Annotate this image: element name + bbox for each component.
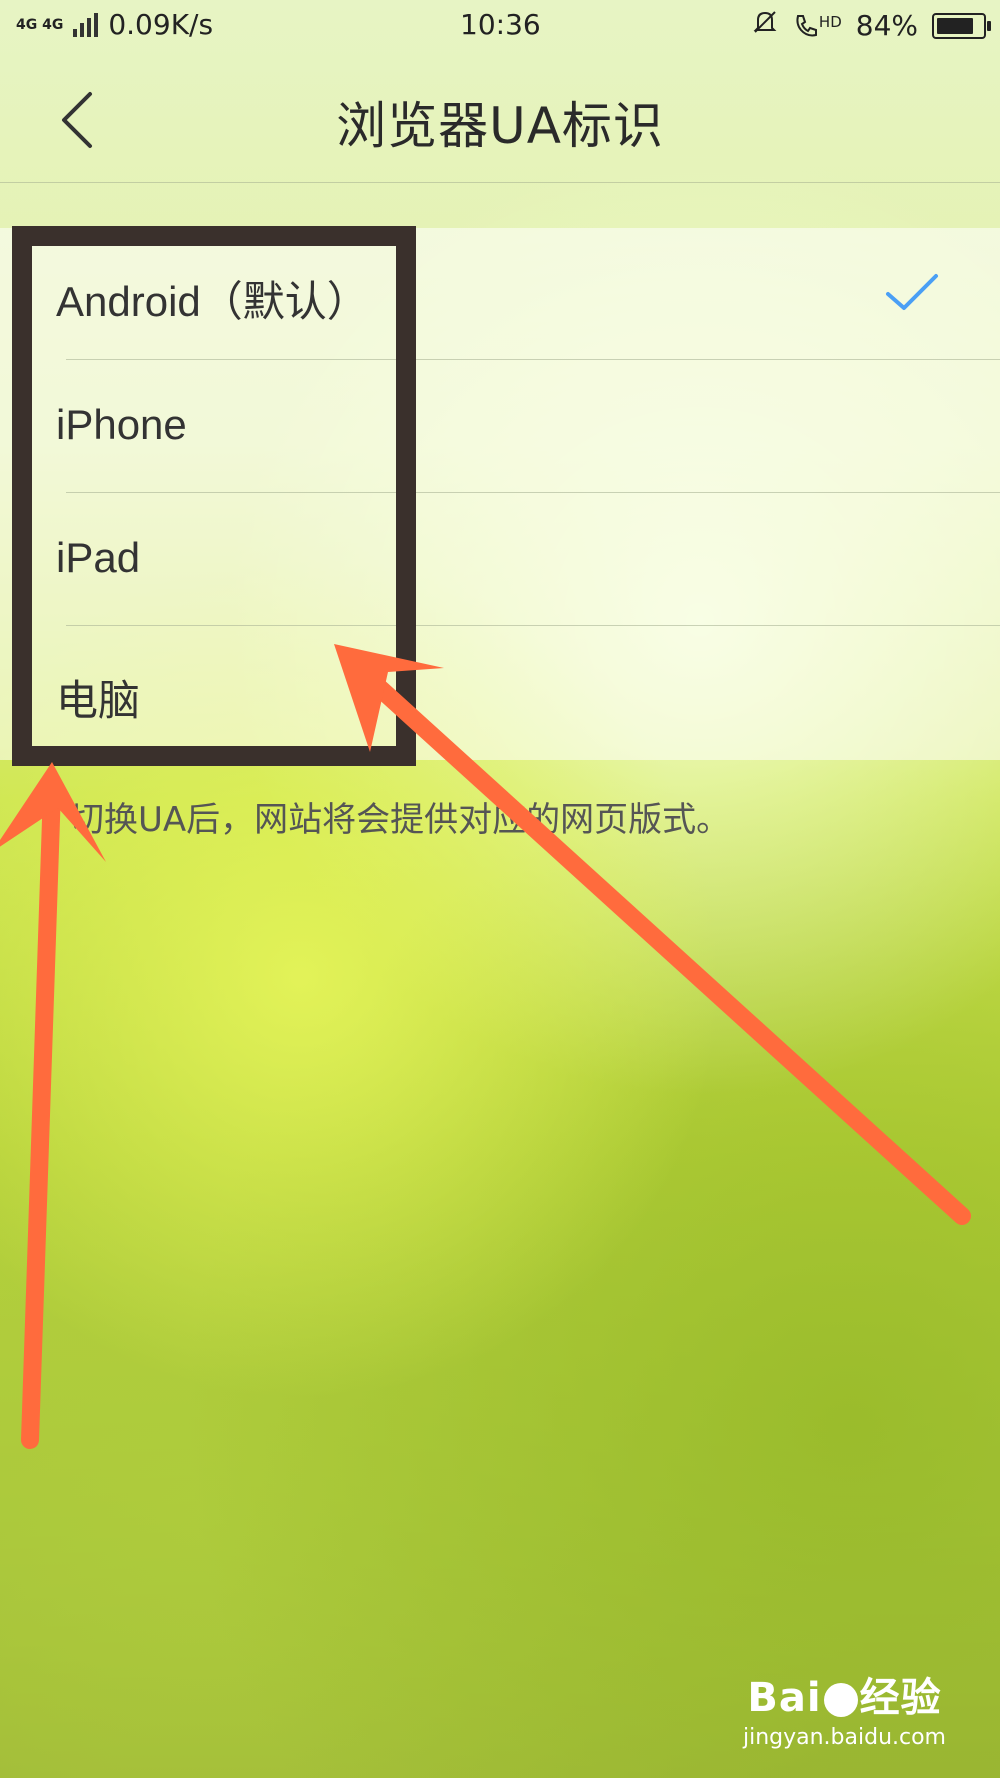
status-bar: 4G 4G 0.09K/s 10:36 HD 84% xyxy=(0,0,1000,52)
arrow-up-annotation xyxy=(0,762,106,1449)
paw-icon xyxy=(823,1683,858,1717)
page-title: 浏览器UA标识 xyxy=(336,97,664,155)
battery-icon xyxy=(932,12,991,39)
watermark-brand: Bai xyxy=(747,1675,822,1721)
hint-text: 切换UA后，网站将会提供对应的网页版式。 xyxy=(70,800,731,840)
hd-label: HD xyxy=(818,12,842,31)
title-bar: 浏览器UA标识 xyxy=(0,52,1000,183)
status-right: HD 84% xyxy=(751,8,991,43)
highlight-box xyxy=(12,226,416,766)
status-left: 4G 4G 0.09K/s xyxy=(16,8,213,41)
network-speed: 0.09K/s xyxy=(108,8,214,41)
mute-bell-icon xyxy=(751,8,779,43)
signal-icon xyxy=(73,12,99,37)
hd-call-icon: HD xyxy=(793,13,842,39)
watermark-url: jingyan.baidu.com xyxy=(742,1725,946,1750)
network-type: 4G 4G xyxy=(16,16,64,33)
battery-percent: 84% xyxy=(855,9,918,42)
clock: 10:36 xyxy=(460,8,541,41)
battery-fill xyxy=(937,17,973,34)
checkmark-icon xyxy=(886,274,938,310)
watermark-brand-suffix: 经验 xyxy=(859,1675,942,1721)
watermark: Bai 经验 jingyan.baidu.com xyxy=(743,1665,946,1750)
watermark-logo: Bai 经验 xyxy=(743,1665,946,1723)
